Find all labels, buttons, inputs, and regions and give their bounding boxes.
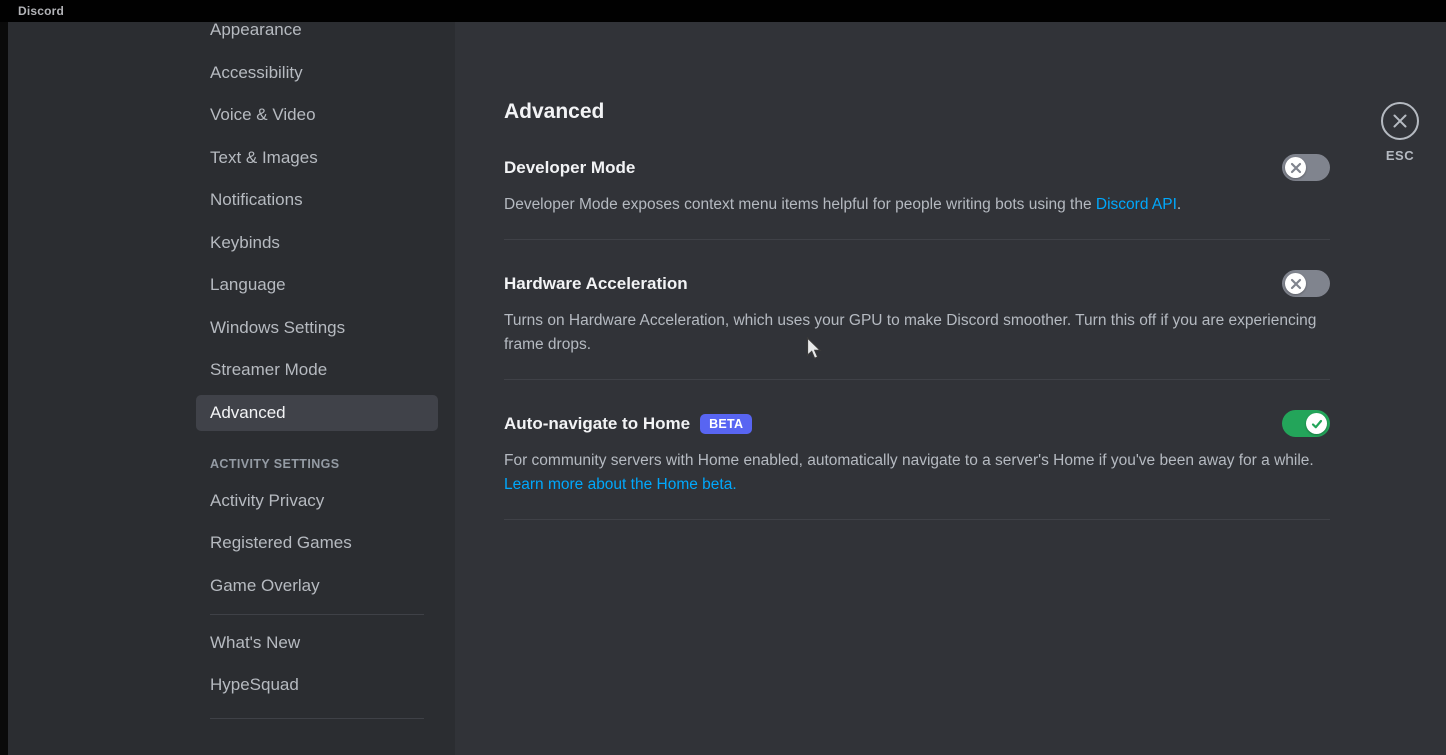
setting-description: For community servers with Home enabled,…	[504, 449, 1330, 497]
home-beta-link[interactable]: Learn more about the Home beta.	[504, 476, 737, 493]
setting-title: Hardware Acceleration	[504, 271, 688, 297]
sidebar-item-windows-settings[interactable]: Windows Settings	[196, 310, 438, 346]
sidebar-item-game-overlay[interactable]: Game Overlay	[196, 568, 438, 604]
setting-header-row: Hardware Acceleration	[504, 270, 1330, 297]
sidebar-item-label: Registered Games	[210, 533, 352, 553]
setting-description: Turns on Hardware Acceleration, which us…	[504, 309, 1330, 357]
toggle-on-check-icon	[1311, 418, 1323, 430]
settings-content: Advanced Developer Mode	[455, 22, 1446, 755]
activity-settings-section-header: ACTIVITY SETTINGS	[196, 457, 438, 471]
setting-title-group: Developer Mode	[504, 155, 635, 181]
setting-developer-mode: Developer Mode Developer Mode exposes co…	[504, 154, 1330, 240]
sidebar-item-text-images[interactable]: Text & Images	[196, 140, 438, 176]
close-control: ESC	[1378, 102, 1422, 163]
setting-header-row: Auto-navigate to Home BETA	[504, 410, 1330, 437]
section-divider	[504, 239, 1330, 240]
sidebar-item-label: Notifications	[210, 190, 303, 210]
sidebar-item-notifications[interactable]: Notifications	[196, 182, 438, 218]
sidebar-item-language[interactable]: Language	[196, 267, 438, 303]
app-title: Discord	[18, 4, 64, 18]
window-left-edge	[0, 22, 8, 755]
sidebar-item-hypesquad[interactable]: HypeSquad	[196, 667, 438, 703]
sidebar-item-label: HypeSquad	[210, 675, 299, 695]
setting-description: Developer Mode exposes context menu item…	[504, 193, 1330, 217]
hardware-acceleration-toggle[interactable]	[1282, 270, 1330, 297]
sidebar-item-label: Advanced	[210, 403, 286, 423]
description-text: For community servers with Home enabled,…	[504, 452, 1314, 469]
setting-title: Auto-navigate to Home	[504, 411, 690, 437]
close-icon	[1391, 112, 1409, 130]
sidebar-item-activity-privacy[interactable]: Activity Privacy	[196, 483, 438, 519]
sidebar-item-label: Keybinds	[210, 233, 280, 253]
description-text: Turns on Hardware Acceleration, which us…	[504, 312, 1316, 353]
settings-sidebar: Appearance Accessibility Voice & Video T…	[8, 22, 455, 755]
sidebar-item-voice-video[interactable]: Voice & Video	[196, 97, 438, 133]
discord-api-link[interactable]: Discord API	[1096, 196, 1177, 213]
setting-title-group: Auto-navigate to Home BETA	[504, 411, 752, 437]
sidebar-item-keybinds[interactable]: Keybinds	[196, 225, 438, 261]
toggle-knob	[1306, 413, 1327, 434]
description-text-after: .	[1177, 196, 1181, 213]
close-button[interactable]	[1381, 102, 1419, 140]
toggle-off-x-icon	[1290, 162, 1302, 174]
sidebar-item-label: Streamer Mode	[210, 360, 327, 380]
setting-hardware-acceleration: Hardware Acceleration Turns on Hardware …	[504, 270, 1330, 380]
toggle-knob	[1285, 157, 1306, 178]
sidebar-item-streamer-mode[interactable]: Streamer Mode	[196, 352, 438, 388]
sidebar-item-label: Text & Images	[210, 148, 318, 168]
section-divider	[504, 519, 1330, 520]
sidebar-item-label: Accessibility	[210, 63, 303, 83]
setting-auto-navigate-home: Auto-navigate to Home BETA For community…	[504, 410, 1330, 520]
esc-label: ESC	[1386, 148, 1414, 163]
sidebar-item-registered-games[interactable]: Registered Games	[196, 525, 438, 561]
auto-navigate-home-toggle[interactable]	[1282, 410, 1330, 437]
sidebar-item-label: Windows Settings	[210, 318, 345, 338]
sidebar-item-label: Game Overlay	[210, 576, 320, 596]
sidebar-item-appearance[interactable]: Appearance	[196, 22, 438, 48]
setting-header-row: Developer Mode	[504, 154, 1330, 181]
sidebar-item-label: Activity Privacy	[210, 491, 324, 511]
discord-settings-window: Discord Appearance Accessibility Voice &…	[0, 0, 1446, 755]
setting-title-group: Hardware Acceleration	[504, 271, 688, 297]
sidebar-item-label: Language	[210, 275, 286, 295]
sidebar-item-whats-new[interactable]: What's New	[196, 625, 438, 661]
beta-badge: BETA	[700, 414, 752, 434]
sidebar-divider	[210, 614, 424, 615]
sidebar-divider-bottom	[210, 718, 424, 719]
description-text: Developer Mode exposes context menu item…	[504, 196, 1096, 213]
toggle-knob	[1285, 273, 1306, 294]
toggle-off-x-icon	[1290, 278, 1302, 290]
titlebar[interactable]: Discord	[0, 0, 1446, 22]
setting-title: Developer Mode	[504, 155, 635, 181]
page-title: Advanced	[504, 100, 1330, 124]
sidebar-item-label: Appearance	[210, 22, 302, 40]
sidebar-item-label: What's New	[210, 633, 300, 653]
sidebar-item-accessibility[interactable]: Accessibility	[196, 55, 438, 91]
settings-nav: Appearance Accessibility Voice & Video T…	[196, 22, 438, 719]
section-divider	[504, 379, 1330, 380]
advanced-settings-panel: Advanced Developer Mode	[455, 22, 1330, 520]
settings-overlay: Appearance Accessibility Voice & Video T…	[0, 22, 1446, 755]
developer-mode-toggle[interactable]	[1282, 154, 1330, 181]
sidebar-item-label: Voice & Video	[210, 105, 316, 125]
sidebar-item-advanced[interactable]: Advanced	[196, 395, 438, 431]
